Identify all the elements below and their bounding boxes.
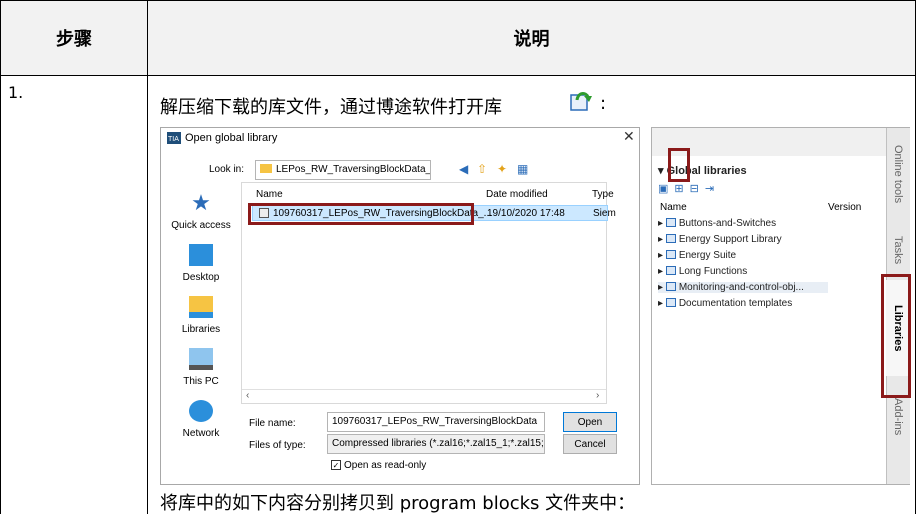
library-icon [665,298,676,307]
tab-online-tools[interactable]: Online tools [886,132,910,216]
place-label: Libraries [181,324,221,335]
highlight-libraries-tab [881,274,911,398]
library-icon [665,266,676,275]
library-icon [665,282,676,291]
new-library-icon[interactable]: ⊞ [674,183,689,195]
library-toolbar: ▣⊞⊟⇥ [658,182,720,195]
highlight-file [248,203,474,225]
library-label: Energy Suite [678,250,737,261]
library-item[interactable]: ▸ Long Functions [658,266,747,277]
place-libraries[interactable]: Libraries [165,296,237,335]
library-item[interactable]: ▸ Buttons-and-Switches [658,218,776,229]
open-library-icon [570,92,592,111]
tia-app-icon: TIA [167,132,181,144]
column-type[interactable]: Type [592,189,614,200]
library-icon [665,234,676,243]
library-item[interactable]: ▸ Energy Support Library [658,234,782,245]
library-item[interactable]: ▸ Documentation templates [658,298,792,309]
instruction-text: 解压缩下载的库文件，通过博途软件打开库 [160,97,502,118]
file-type-label: Files of type: [249,440,306,451]
dialog-title: Open global library [185,132,278,144]
header-description: 说明 [148,1,915,75]
libraries-icon [189,296,213,318]
back-icon[interactable]: ◀ [459,162,468,176]
readonly-checkbox[interactable]: ✓ Open as read-only [331,460,426,471]
file-date: 19/10/2020 17:48 [487,208,565,219]
up-folder-icon[interactable]: ⇧ [477,162,487,176]
network-icon [189,400,213,422]
tab-tasks[interactable]: Tasks [886,220,910,280]
open-library-dialog: TIA Open global library ✕ Look in: LEPos… [160,127,640,485]
col-name: Name [660,202,687,213]
place-network[interactable]: Network [165,400,237,439]
look-in-label: Look in: [209,164,245,175]
table-left-border [0,0,1,514]
look-in-value: LEPos_RW_TraversingBlockData_V1.0.zal16 [276,164,431,175]
svg-text:TIA: TIA [168,136,179,143]
view-menu-icon[interactable]: ▦ [517,162,528,176]
readonly-label: Open as read-only [344,460,427,471]
highlight-open-library [668,148,690,182]
computer-icon [189,348,213,370]
column-date[interactable]: Date modified [486,189,548,200]
tia-libraries-panel: ▾ Global libraries ▣⊞⊟⇥ Name Version ▸ B… [651,127,911,485]
quick-access-icon: ★ [191,190,211,215]
file-type: Siem [593,208,616,219]
close-icon[interactable]: ✕ [623,128,635,145]
scroll-left-icon[interactable]: ‹ [246,390,249,401]
instruction-colon: : [600,93,607,114]
collapse-icon[interactable]: ▾ [658,165,667,177]
library-label: Long Functions [678,266,748,277]
scroll-right-icon[interactable]: › [596,390,599,401]
column-name[interactable]: Name [256,189,283,200]
close-library-icon[interactable]: ⊟ [690,183,705,195]
checkbox-checked-icon: ✓ [331,460,341,470]
step-number: 1. [8,83,24,102]
desktop-icon [189,244,213,266]
place-label: This PC [183,376,219,387]
cancel-button[interactable]: Cancel [563,434,617,454]
library-item[interactable]: ▸ Energy Suite [658,250,736,261]
place-desktop[interactable]: Desktop [165,244,237,283]
new-folder-icon[interactable]: ✦ [497,162,507,176]
footer-text: 将库中的如下内容分别拷贝到 program blocks 文件夹中： [160,493,636,514]
header-step: 步骤 [1,1,147,75]
folder-icon [260,164,272,173]
library-icon [665,250,676,259]
library-label: Energy Support Library [678,234,782,245]
file-name-input[interactable]: 109760317_LEPos_RW_TraversingBlockData [327,412,545,432]
place-label: Quick access [171,220,231,231]
save-library-icon[interactable]: ⇥ [705,183,720,195]
file-name-label: File name: [249,418,296,429]
place-this-pc[interactable]: This PC [165,348,237,387]
open-button[interactable]: Open [563,412,617,432]
library-label: Documentation templates [678,298,793,309]
open-library-icon[interactable]: ▣ [658,183,674,195]
place-label: Desktop [182,272,220,283]
library-icon [665,218,676,227]
col-version: Version [828,202,862,213]
horizontal-scrollbar[interactable]: ‹ › [242,389,606,403]
library-label: Buttons-and-Switches [678,218,777,229]
place-quick-access[interactable]: ★ Quick access [165,190,237,232]
table-col-divider [147,0,148,514]
look-in-select[interactable]: LEPos_RW_TraversingBlockData_V1.0.zal16 [255,160,431,180]
library-item[interactable]: ▸ Monitoring-and-control-obj... [658,282,828,293]
table-header-border [0,75,916,76]
library-label: Monitoring-and-control-obj... [678,282,804,293]
file-type-select[interactable]: Compressed libraries (*.zal16;*.zal15_1;… [327,434,545,454]
place-label: Network [182,428,220,439]
